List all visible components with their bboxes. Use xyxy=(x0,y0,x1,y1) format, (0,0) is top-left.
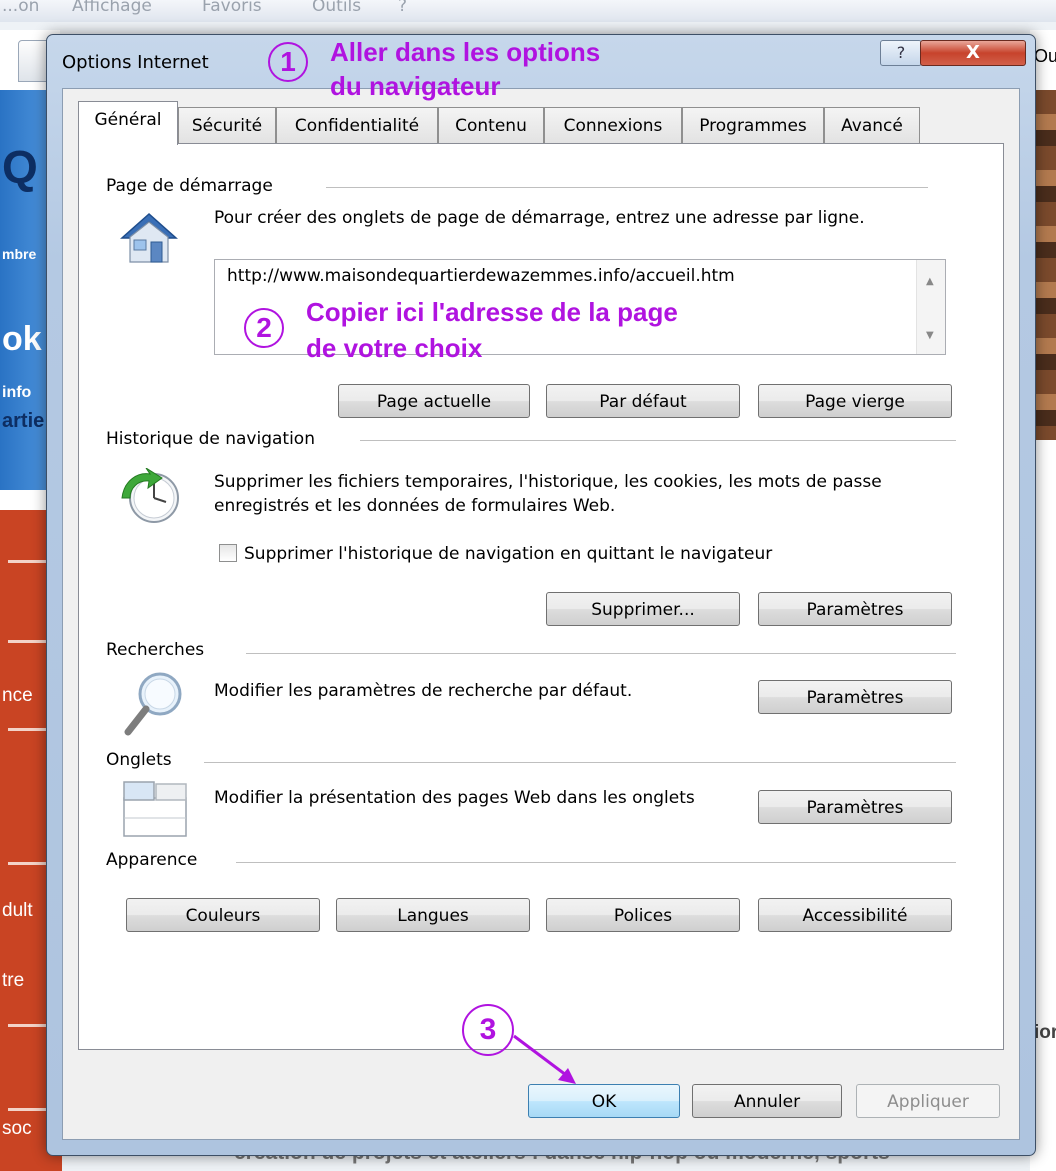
step-1-text-line1: Aller dans les options xyxy=(330,37,601,67)
delete-history-on-exit-checkbox[interactable] xyxy=(219,544,237,562)
page-fragment: ior xyxy=(1034,1022,1056,1043)
menu-item[interactable]: ...on xyxy=(2,0,39,16)
tab-programmes[interactable]: Programmes xyxy=(682,107,824,144)
history-section-label: Historique de navigation xyxy=(106,429,315,449)
home-page-description: Pour créer des onglets de page de démarr… xyxy=(214,208,865,228)
step-2-marker: 2 xyxy=(244,308,284,348)
page-fragment: ok xyxy=(2,320,42,358)
sidebar-link[interactable]: dult xyxy=(2,900,33,922)
arrow-to-ok-icon xyxy=(500,1030,590,1090)
tab-confidentialite[interactable]: Confidentialité xyxy=(276,107,438,144)
appearance-section-label: Apparence xyxy=(106,850,198,870)
step-2-text-line1: Copier ici l'adresse de la page xyxy=(306,297,678,327)
step-1-marker: 1 xyxy=(268,42,308,82)
section-divider xyxy=(246,653,956,654)
home-page-section-label: Page de démarrage xyxy=(106,176,273,196)
languages-button[interactable]: Langues xyxy=(336,898,530,932)
section-divider xyxy=(236,862,956,863)
magnifier-icon xyxy=(120,668,186,738)
history-description: Supprimer les fichiers temporaires, l'hi… xyxy=(214,472,882,516)
tab-securite[interactable]: Sécurité xyxy=(178,107,276,144)
dialog-title: Options Internet xyxy=(62,52,209,73)
section-divider xyxy=(326,187,928,188)
page-fragment: Ou xyxy=(1034,46,1056,66)
browser-menubar: ...on Affichage Favoris Outils ? xyxy=(0,0,1056,22)
scroll-down-icon[interactable]: ▼ xyxy=(926,330,934,341)
page-fragment: artie xyxy=(2,410,45,432)
page-photo xyxy=(1036,90,1056,440)
fonts-button[interactable]: Polices xyxy=(546,898,740,932)
url-field-scrollbar[interactable]: ▲ ▼ xyxy=(916,260,945,354)
scroll-up-icon[interactable]: ▲ xyxy=(926,276,934,287)
current-page-button[interactable]: Page actuelle xyxy=(338,384,530,418)
default-page-button[interactable]: Par défaut xyxy=(546,384,740,418)
history-settings-button[interactable]: Paramètres xyxy=(758,592,952,626)
menu-item-affichage[interactable]: Affichage xyxy=(72,0,152,16)
delete-history-button[interactable]: Supprimer... xyxy=(546,592,740,626)
menu-item-help[interactable]: ? xyxy=(398,0,407,16)
step-2-text-line2: de votre choix xyxy=(306,333,483,363)
tab-avance[interactable]: Avancé xyxy=(824,107,920,144)
sidebar-link[interactable]: tre xyxy=(2,970,24,992)
page-fragment: mbre xyxy=(2,246,37,262)
menu-item-outils[interactable]: Outils xyxy=(312,0,361,16)
search-section-label: Recherches xyxy=(106,640,205,660)
tab-contenu[interactable]: Contenu xyxy=(438,107,544,144)
section-divider xyxy=(204,762,956,763)
search-settings-button[interactable]: Paramètres xyxy=(758,680,952,714)
section-divider xyxy=(360,440,956,441)
cancel-button[interactable]: Annuler xyxy=(692,1084,842,1118)
tabs-window-icon xyxy=(120,778,188,838)
accessibility-button[interactable]: Accessibilité xyxy=(758,898,952,932)
home-page-url-value: http://www.maisondequartierdewazemmes.in… xyxy=(227,266,735,286)
history-clock-icon xyxy=(118,467,184,526)
page-fragment: info xyxy=(2,384,32,401)
help-button[interactable]: ? xyxy=(880,40,922,66)
sidebar-link[interactable]: nce xyxy=(2,685,33,707)
sidebar-link[interactable]: soc xyxy=(2,1118,32,1140)
tabs-settings-button[interactable]: Paramètres xyxy=(758,790,952,824)
tabs-description: Modifier la présentation des pages Web d… xyxy=(214,788,695,808)
blank-page-button[interactable]: Page vierge xyxy=(758,384,952,418)
step-1-text-line2: du navigateur xyxy=(330,71,501,101)
tab-connexions[interactable]: Connexions xyxy=(544,107,682,144)
apply-button[interactable]: Appliquer xyxy=(856,1084,1000,1118)
house-icon xyxy=(118,210,180,266)
delete-history-on-exit-label[interactable]: Supprimer l'historique de navigation en … xyxy=(244,542,772,566)
tab-general[interactable]: Général xyxy=(78,101,178,145)
tabs-section-label: Onglets xyxy=(106,750,172,770)
page-fragment: Q xyxy=(2,141,38,193)
close-button[interactable]: X xyxy=(920,40,1026,66)
colors-button[interactable]: Couleurs xyxy=(126,898,320,932)
search-description: Modifier les paramètres de recherche par… xyxy=(214,681,633,701)
menu-item-favoris[interactable]: Favoris xyxy=(202,0,262,16)
